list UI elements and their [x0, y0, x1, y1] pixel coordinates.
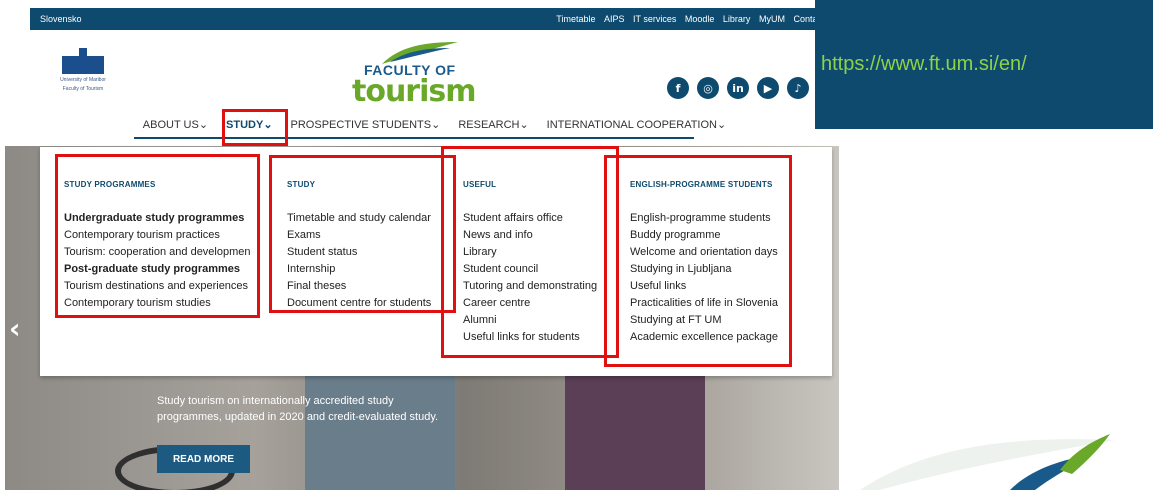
faculty-of-tourism-logo[interactable]: FACULTY OF tourism — [350, 40, 477, 110]
utility-links: Timetable AIPS IT services Moodle Librar… — [550, 14, 829, 24]
logo-text-tourism: tourism — [352, 74, 477, 109]
utility-link-library[interactable]: Library — [723, 14, 751, 24]
annotation-box-study-programmes — [55, 154, 260, 318]
url-panel: https://www.ft.um.si/en/ — [815, 0, 1153, 129]
utility-link-timetable[interactable]: Timetable — [556, 14, 595, 24]
youtube-icon[interactable]: ▶ — [757, 77, 779, 99]
annotation-box-study — [269, 155, 456, 313]
utility-link-moodle[interactable]: Moodle — [685, 14, 715, 24]
utility-link-aips[interactable]: AIPS — [604, 14, 625, 24]
utility-link-it-services[interactable]: IT services — [633, 14, 676, 24]
site-url-text: https://www.ft.um.si/en/ — [821, 53, 1027, 75]
nav-underline — [134, 137, 694, 139]
nav-label: PROSPECTIVE STUDENTS — [290, 119, 432, 131]
chevron-down-icon: ⌄ — [519, 119, 529, 131]
nav-item-international-cooperation[interactable]: INTERNATIONAL COOPERATION⌄ — [544, 115, 730, 139]
chevron-down-icon: ⌄ — [198, 119, 209, 131]
nav-label: RESEARCH — [458, 119, 520, 131]
main-nav: ABOUT US⌄ STUDY⌄ PROSPECTIVE STUDENTS⌄ R… — [30, 115, 839, 139]
utility-link-myum[interactable]: MyUM — [759, 14, 785, 24]
um-logo-text: University of Maribor — [60, 77, 106, 83]
annotation-box-useful — [441, 146, 619, 358]
social-links: f ◎ in ▶ ♪ — [667, 77, 809, 99]
annotation-box-english-programme-students — [604, 155, 792, 367]
chevron-down-icon: ⌄ — [431, 119, 441, 131]
facebook-icon[interactable]: f — [667, 77, 689, 99]
site-header: University of Maribor Faculty of Tourism… — [30, 30, 839, 115]
nav-item-about-us[interactable]: ABOUT US⌄ — [140, 115, 211, 139]
instagram-icon[interactable]: ◎ — [697, 77, 719, 99]
linkedin-icon[interactable]: in — [727, 77, 749, 99]
language-switch-link[interactable]: Slovensko — [40, 14, 82, 24]
nav-label: ABOUT US — [142, 119, 199, 131]
nav-label: INTERNATIONAL COOPERATION — [546, 119, 717, 131]
carousel-prev-icon[interactable]: ‹ — [9, 312, 21, 345]
top-utility-bar: Slovensko Timetable AIPS IT services Moo… — [30, 8, 839, 30]
chevron-down-icon: ⌄ — [716, 119, 727, 131]
nav-item-research[interactable]: RESEARCH⌄ — [455, 115, 531, 139]
tiktok-icon[interactable]: ♪ — [787, 77, 809, 99]
um-building-icon — [62, 48, 104, 74]
um-logo-subtext: Faculty of Tourism — [62, 86, 104, 92]
university-of-maribor-logo[interactable]: University of Maribor Faculty of Tourism — [52, 48, 114, 106]
annotation-box-study — [222, 109, 288, 146]
read-more-button[interactable]: READ MORE — [157, 445, 250, 473]
hero-caption: Study tourism on internationally accredi… — [157, 395, 439, 423]
faded-logo-swoosh-icon — [860, 434, 1115, 490]
nav-item-prospective-students[interactable]: PROSPECTIVE STUDENTS⌄ — [288, 115, 444, 139]
